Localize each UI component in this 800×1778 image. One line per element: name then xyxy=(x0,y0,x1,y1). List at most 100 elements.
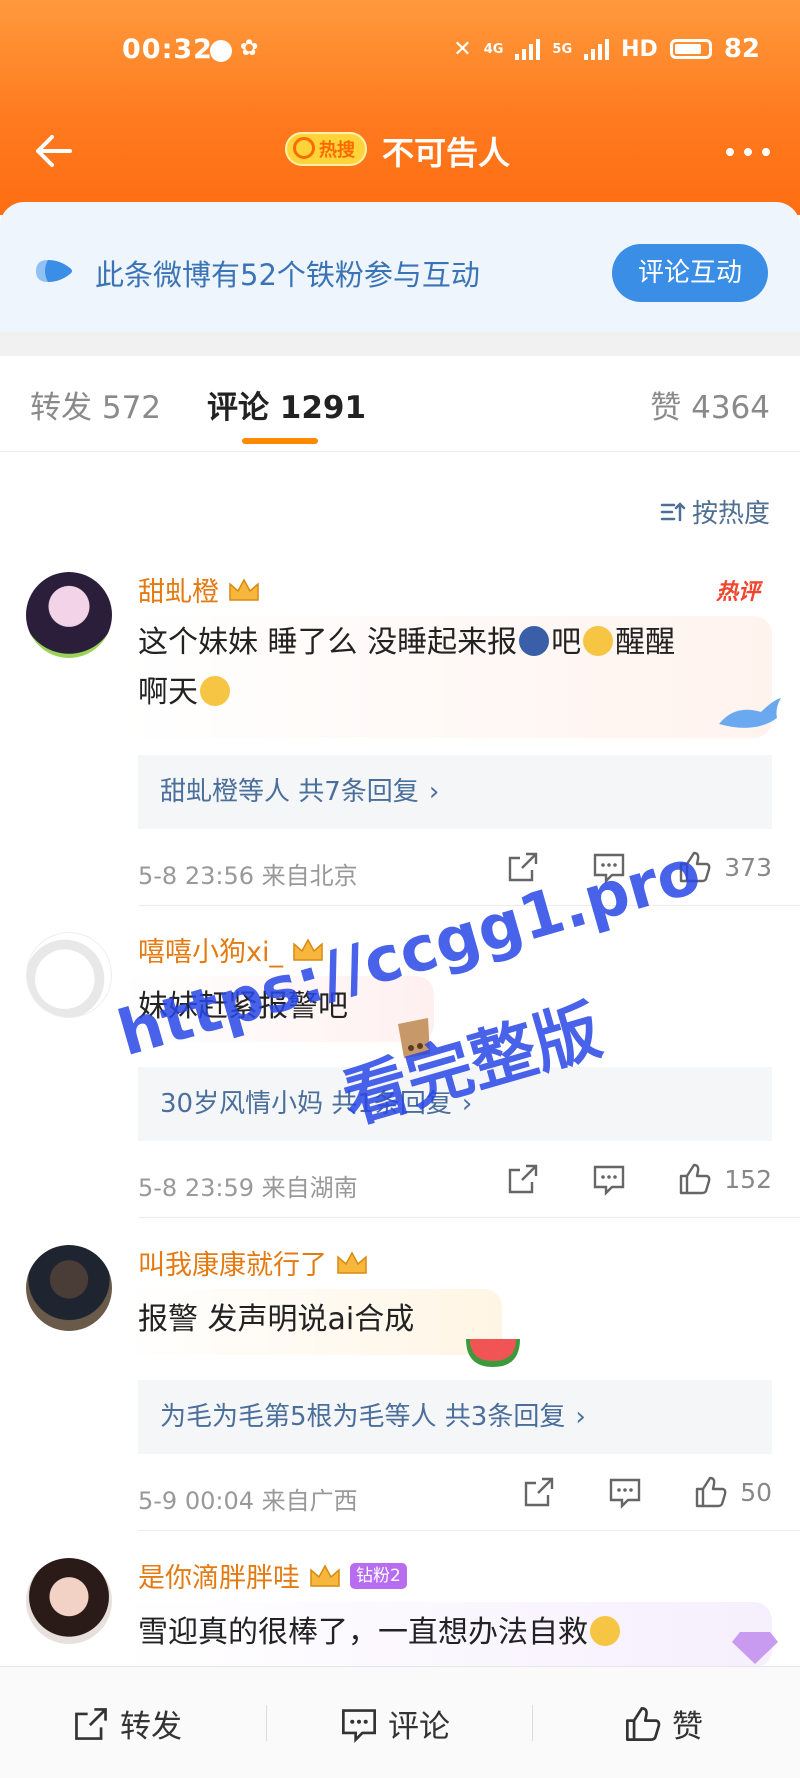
like-icon[interactable] xyxy=(678,850,712,884)
hd-label: HD xyxy=(621,36,658,62)
status-right: ✕ 4G 5G HD 82 xyxy=(453,34,760,64)
confused-emoji-icon xyxy=(200,676,230,706)
chevron-right-icon: › xyxy=(461,1089,473,1119)
sort-icon xyxy=(660,501,686,521)
comment-meta: 5-8 23:56 来自北京 xyxy=(138,862,358,890)
comment-text: 这个妹妹 睡了么 没睡起来报吧醒醒 啊天 xyxy=(138,618,675,718)
comment-text: 报警 发声明说ai合成 xyxy=(138,1302,415,1337)
diamond-decoration-icon xyxy=(732,1632,778,1664)
like-count: 152 xyxy=(724,1164,772,1194)
comment-actions: 373 xyxy=(506,850,772,884)
like-count: 373 xyxy=(724,852,772,882)
search-icon xyxy=(293,137,315,159)
back-arrow-icon[interactable] xyxy=(30,126,80,176)
app-root: 00:32 ✿ ✕ 4G 5G HD 82 热搜 不可告人 此条微博有52个铁粉… xyxy=(0,0,800,1778)
share-icon[interactable] xyxy=(506,850,540,884)
bottom-action-bar: 转发 评论 赞 xyxy=(0,1666,800,1778)
comment-icon[interactable] xyxy=(592,850,626,884)
comment-author[interactable]: 甜虬橙 xyxy=(138,570,261,609)
divider xyxy=(266,1705,267,1741)
comment-interact-button[interactable]: 评论互动 xyxy=(612,244,768,302)
comment-text-part: 吧 xyxy=(551,625,582,660)
like-label: 赞 xyxy=(672,1709,703,1745)
battery-level: 82 xyxy=(723,34,760,64)
avatar[interactable] xyxy=(26,1558,112,1644)
app-status-icon: ✿ xyxy=(240,36,259,61)
confused-emoji-icon xyxy=(583,626,614,656)
repost-button[interactable]: 转发 xyxy=(72,1701,182,1746)
fan-banner-text: 此条微博有52个铁粉参与互动 xyxy=(95,258,480,292)
tab-repost[interactable]: 转发 572 xyxy=(30,382,161,427)
avatar[interactable] xyxy=(26,1245,112,1331)
separator xyxy=(138,1530,800,1531)
crown-icon xyxy=(337,1250,367,1274)
like-button[interactable]: 赞 xyxy=(624,1701,703,1746)
divider xyxy=(532,1705,533,1741)
replies-text: 为毛为毛第5根为毛等人 共3条回复 xyxy=(160,1402,566,1432)
comment-button[interactable]: 评论 xyxy=(340,1701,450,1746)
fan-level-badge: 钻粉2 xyxy=(350,1562,407,1589)
author-name: 叫我康康就行了 xyxy=(138,1250,327,1281)
hot-comment-tag: 热评 xyxy=(715,580,760,605)
share-icon[interactable] xyxy=(506,1162,540,1196)
comment-text: 雪迎真的很棒了，一直想办法自救 xyxy=(138,1608,622,1658)
header: 00:32 ✿ ✕ 4G 5G HD 82 热搜 不可告人 xyxy=(0,0,800,215)
mute-icon: ✕ xyxy=(453,36,472,62)
replies-text: 甜虬橙等人 共7条回复 xyxy=(160,777,419,807)
comment-meta: 5-9 00:04 来自广西 xyxy=(138,1487,358,1515)
sort-label: 按热度 xyxy=(691,499,770,529)
bubble-tea-decoration-icon xyxy=(398,1018,430,1058)
replies-link[interactable]: 甜虬橙等人 共7条回复 › xyxy=(138,755,772,829)
comment-author[interactable]: 叫我康康就行了 xyxy=(138,1243,369,1282)
like-icon xyxy=(626,1706,661,1741)
fan-icon xyxy=(36,260,72,282)
whale-decoration-icon xyxy=(719,698,781,728)
status-bar: 00:32 ✿ ✕ 4G 5G HD 82 xyxy=(0,28,800,72)
network-label-2: 5G xyxy=(552,41,573,57)
status-time: 00:32 xyxy=(122,34,213,65)
comment-icon[interactable] xyxy=(592,1162,626,1196)
comment-text-part: 醒醒 xyxy=(615,625,676,660)
separator xyxy=(138,1217,800,1218)
battery-icon xyxy=(669,39,712,59)
share-icon[interactable] xyxy=(522,1475,556,1509)
crying-emoji-icon xyxy=(590,1616,620,1646)
avatar[interactable] xyxy=(26,932,112,1018)
share-icon xyxy=(75,1707,107,1740)
page-title: 不可告人 xyxy=(382,134,511,172)
comment-actions: 50 xyxy=(522,1475,772,1509)
comment-icon[interactable] xyxy=(608,1475,642,1509)
sort-control[interactable]: 按热度 xyxy=(660,493,770,530)
comment-text-part: 啊天 xyxy=(138,675,198,710)
more-icon[interactable] xyxy=(726,148,770,156)
fan-banner: 此条微博有52个铁粉参与互动 评论互动 xyxy=(0,202,800,332)
police-emoji-icon xyxy=(519,626,550,656)
comment-author[interactable]: 是你滴胖胖哇 钻粉2 xyxy=(138,1556,407,1595)
comment-meta: 5-8 23:59 来自湖南 xyxy=(138,1174,358,1202)
like-icon[interactable] xyxy=(678,1162,712,1196)
replies-link[interactable]: 为毛为毛第5根为毛等人 共3条回复 › xyxy=(138,1380,772,1454)
hot-search-badge[interactable]: 热搜 xyxy=(285,132,367,166)
tab-like[interactable]: 赞 4364 xyxy=(650,382,770,427)
nav-bar: 热搜 不可告人 xyxy=(0,112,800,192)
active-tab-indicator xyxy=(242,438,318,444)
chevron-right-icon: › xyxy=(575,1402,586,1432)
tab-comment[interactable]: 评论 1291 xyxy=(207,382,366,427)
crown-icon xyxy=(310,1563,340,1587)
hot-search-label: 热搜 xyxy=(319,140,355,161)
comment-author[interactable]: 嘻嘻小狗xi_ xyxy=(138,930,325,969)
divider xyxy=(0,332,800,356)
crown-icon xyxy=(293,937,323,961)
author-name: 是你滴胖胖哇 xyxy=(138,1563,300,1594)
tab-bar: 转发 572 评论 1291 赞 4364 xyxy=(0,356,800,452)
separator xyxy=(138,905,800,906)
author-name: 甜虬橙 xyxy=(138,577,219,608)
like-icon[interactable] xyxy=(694,1475,728,1509)
replies-link[interactable]: 30岁风情小妈 共1条回复 › xyxy=(138,1067,772,1141)
like-count: 50 xyxy=(740,1477,772,1507)
avatar[interactable] xyxy=(26,572,112,658)
comment-icon xyxy=(342,1708,376,1743)
comment-label: 评论 xyxy=(388,1709,450,1745)
signal-icon-2 xyxy=(584,38,610,60)
replies-text: 30岁风情小妈 共1条回复 xyxy=(160,1089,452,1119)
